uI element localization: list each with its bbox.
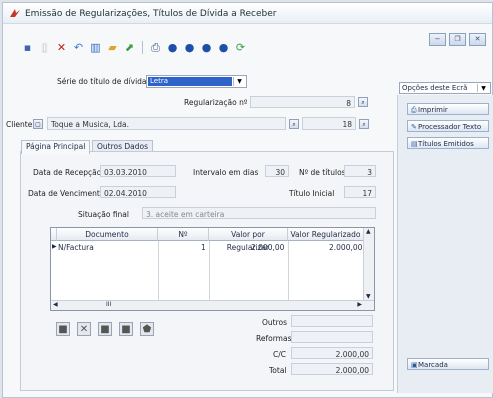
situacao-label: Situação final <box>78 210 129 219</box>
search-icon[interactable]: ⌕ <box>359 119 369 129</box>
regularizacao-field[interactable]: 8 <box>250 96 355 108</box>
regularizacao-label: Regularização nº <box>184 98 248 107</box>
scroll-right-icon[interactable]: ▶ <box>357 301 362 308</box>
search-icon[interactable]: ⌕ <box>289 119 299 129</box>
processador-texto-label: Processador Texto <box>418 123 482 131</box>
chevron-down-icon[interactable]: ▼ <box>477 84 489 92</box>
grid-header-valor-por-regularizar[interactable]: Valor por Regularizar <box>209 228 288 252</box>
cell-numero[interactable]: 1 <box>201 243 206 252</box>
situacao-field[interactable]: 3. aceite em carteira <box>142 207 376 219</box>
cell-valor-regularizado[interactable]: 2.000,00 <box>329 243 362 252</box>
close-button[interactable]: ✕ <box>469 33 486 46</box>
page-dropdown-icon[interactable]: ▪ <box>21 41 34 54</box>
title-bar: Emissão de Regularizações, Títulos de Dí… <box>3 3 492 24</box>
export-icon[interactable]: ⬈ <box>123 41 136 54</box>
data-recepcao-label: Data de Recepção <box>33 168 102 177</box>
intervalo-field[interactable]: 30 <box>265 165 289 177</box>
minimize-button[interactable]: − <box>429 33 446 46</box>
checkbox-icon: ▣ <box>411 361 418 369</box>
cell-documento[interactable]: N/Factura <box>58 243 94 252</box>
copy-line-icon[interactable]: ■ <box>119 322 133 336</box>
folder-icon[interactable]: ▰ <box>106 41 119 54</box>
app-icon <box>10 9 20 17</box>
move-line-icon[interactable]: ■ <box>98 322 112 336</box>
grid-horizontal-scrollbar[interactable]: ◀ III ▶ <box>51 300 374 310</box>
serie-label: Série do título de dívida <box>57 77 147 86</box>
serie-select[interactable]: Letra ▼ <box>146 75 247 88</box>
scroll-thumb[interactable]: III <box>106 301 111 308</box>
cc-label: C/C <box>273 350 287 359</box>
n-titulos-field[interactable]: 3 <box>344 165 376 177</box>
marcada-toggle[interactable]: ▣Marcada <box>407 358 489 370</box>
document-icon: ▤ <box>411 140 418 148</box>
titulo-inicial-label: Título Inicial <box>289 189 335 198</box>
grid-vertical-scrollbar[interactable]: ▲ ▼ <box>363 228 374 310</box>
circle-icon[interactable]: ● <box>183 41 196 54</box>
circle-icon[interactable]: ● <box>166 41 179 54</box>
documents-grid: Documento Nº Valor por Regularizar Valor… <box>50 227 375 311</box>
reformas-label: Reformas <box>256 334 292 343</box>
scroll-down-icon[interactable]: ▼ <box>366 293 371 300</box>
restore-button[interactable]: ❐ <box>449 33 466 46</box>
cell-valor-por-regularizar[interactable]: 2.000,00 <box>251 243 284 252</box>
toolbar: ▪ ▯ ✕ ↶ ▥ ▰ ⬈ ⎙ ● ● ● ● ⟳ <box>21 39 247 55</box>
titulos-emitidos-label: Títulos Emitidos <box>418 140 474 148</box>
scroll-up-icon[interactable]: ▲ <box>366 228 371 235</box>
chart-icon[interactable]: ▥ <box>89 41 102 54</box>
main-window: Emissão de Regularizações, Títulos de Dí… <box>2 2 493 398</box>
titulos-emitidos-button[interactable]: ▤Títulos Emitidos <box>407 137 489 149</box>
cliente-name-field[interactable]: Toque a Musica, Lda. <box>47 117 286 130</box>
marcada-label: Marcada <box>418 361 448 369</box>
row-pointer-icon: ▶ <box>52 243 57 250</box>
chevron-down-icon[interactable]: ▼ <box>233 77 245 86</box>
window-title: Emissão de Regularizações, Títulos de Dí… <box>25 9 277 19</box>
tab-pagina-principal[interactable]: Página Principal <box>21 140 91 154</box>
search-icon[interactable]: ⌕ <box>358 97 368 107</box>
data-vencimento-field[interactable]: 02.04.2010 <box>100 186 176 198</box>
scroll-left-icon[interactable]: ◀ <box>53 301 58 308</box>
delete-icon[interactable]: ✕ <box>55 41 68 54</box>
total-field[interactable]: 2.000,00 <box>291 363 373 375</box>
window-controls: − ❐ ✕ <box>429 33 486 46</box>
total-label: Total <box>269 366 287 375</box>
grid-header-documento[interactable]: Documento <box>57 228 158 241</box>
undo-icon[interactable]: ↶ <box>72 41 85 54</box>
imprimir-label: Imprimir <box>418 106 448 114</box>
refresh-icon[interactable]: ⟳ <box>234 41 247 54</box>
grid-header-valor-regularizado[interactable]: Valor Regularizado <box>288 228 364 241</box>
processador-texto-button[interactable]: ✎Processador Texto <box>407 120 489 132</box>
new-document-icon[interactable]: ▯ <box>38 41 51 54</box>
circle-icon[interactable]: ● <box>217 41 230 54</box>
circle-icon[interactable]: ● <box>200 41 213 54</box>
cliente-label: Cliente <box>6 120 33 129</box>
imprimir-button[interactable]: ⎙Imprimir <box>407 103 489 115</box>
options-select[interactable]: Opções deste Ecrã ▼ <box>399 82 491 94</box>
reformas-field[interactable] <box>291 331 373 343</box>
toolbar-separator <box>142 40 143 54</box>
n-titulos-label: Nº de títulos <box>299 168 346 177</box>
outros-label: Outros <box>262 318 288 327</box>
outros-field[interactable] <box>291 315 373 327</box>
delete-line-icon[interactable]: ✕ <box>77 322 91 336</box>
new-line-icon[interactable]: ■ <box>56 322 70 336</box>
shield-icon[interactable]: ⬟ <box>140 322 154 336</box>
data-vencimento-label: Data de Vencimento <box>28 189 105 198</box>
options-select-value: Opções deste Ecrã <box>402 84 468 92</box>
intervalo-label: Intervalo em dias <box>193 168 259 177</box>
pencil-icon: ✎ <box>411 123 417 131</box>
cc-field[interactable]: 2.000,00 <box>291 347 373 359</box>
table-row[interactable]: ▶ N/Factura 1 2.000,00 2.000,00 <box>51 242 364 253</box>
print-icon[interactable]: ⎙ <box>149 41 162 54</box>
cliente-lookup-button[interactable]: ▢ <box>33 119 43 129</box>
data-recepcao-field[interactable]: 03.03.2010 <box>100 165 176 177</box>
serie-select-value: Letra <box>148 77 232 86</box>
cliente-number-field[interactable]: 18 <box>302 117 356 130</box>
print-icon: ⎙ <box>411 106 417 114</box>
titulo-inicial-field[interactable]: 17 <box>344 186 376 198</box>
grid-header-numero[interactable]: Nº <box>158 228 209 241</box>
